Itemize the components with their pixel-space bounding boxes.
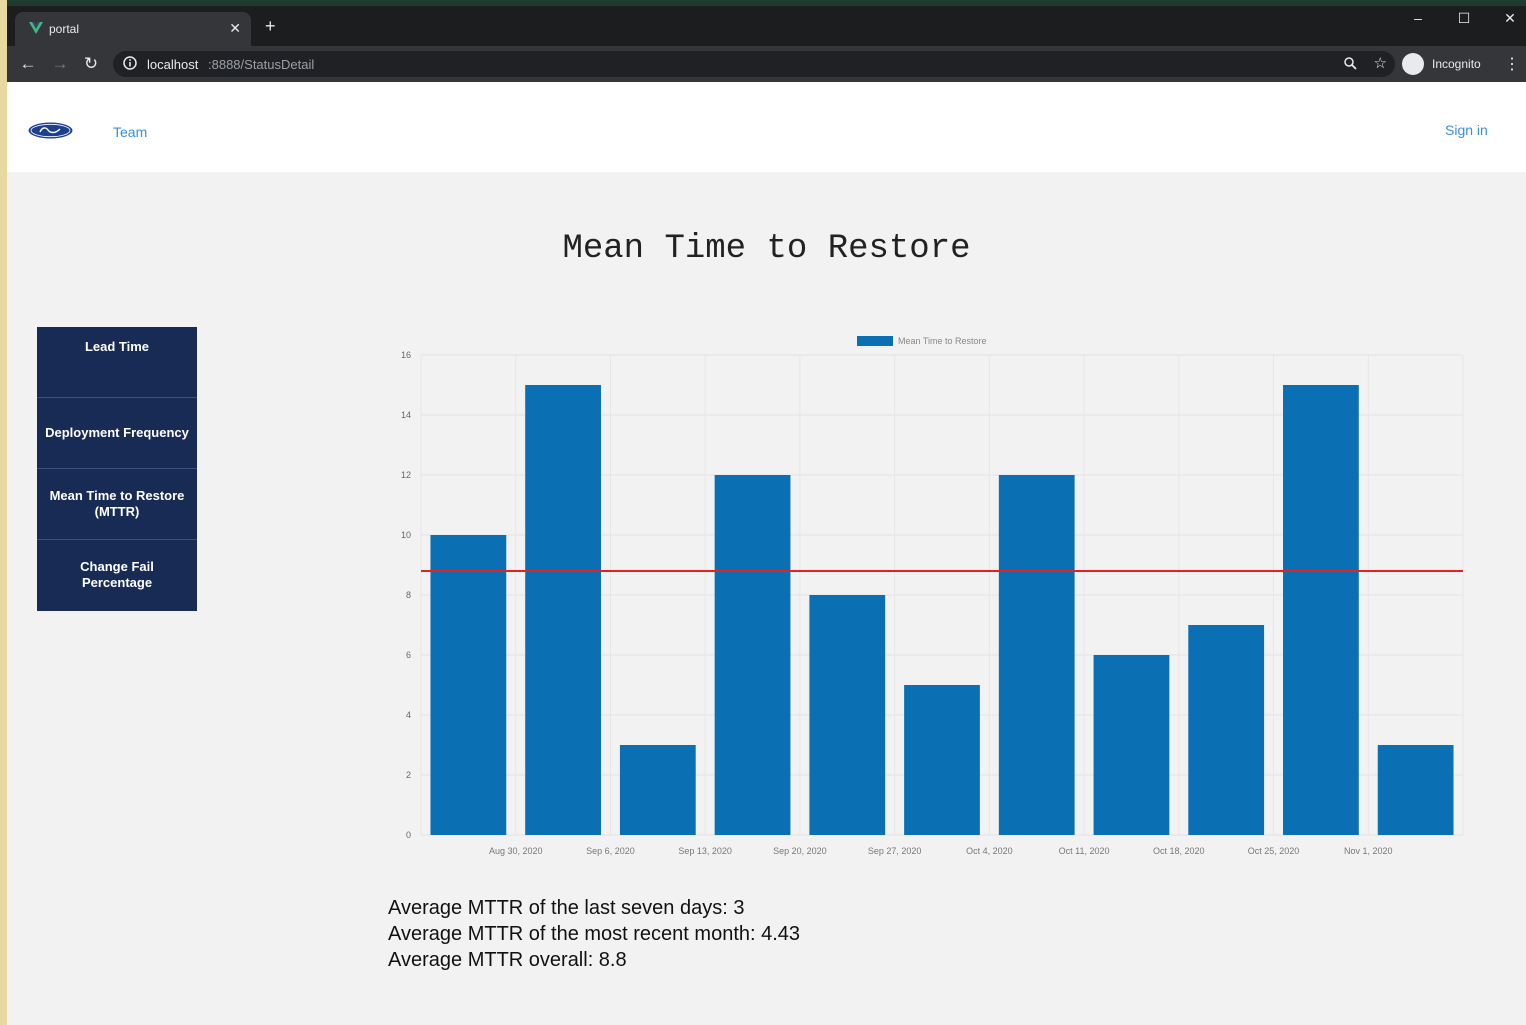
- bar: [904, 685, 980, 835]
- bar: [714, 475, 791, 835]
- y-tick-label: 10: [401, 530, 411, 540]
- sidenav-item-mttr[interactable]: Mean Time to Restore (MTTR): [37, 469, 197, 539]
- y-tick-label: 0: [406, 830, 411, 840]
- bar: [1283, 385, 1359, 835]
- stat-recent-month: Average MTTR of the most recent month: 4…: [388, 923, 801, 945]
- bar: [998, 475, 1075, 835]
- window-close-icon[interactable]: ✕: [1495, 10, 1525, 27]
- x-tick-label: Aug 30, 2020: [489, 846, 543, 856]
- bar: [525, 385, 601, 835]
- y-tick-label: 8: [406, 590, 411, 600]
- browser-menu-icon[interactable]: ⋮: [1504, 54, 1520, 74]
- sidenav-item-label: Mean Time to Restore (MTTR): [49, 488, 185, 519]
- bar: [1188, 625, 1265, 835]
- stat-overall: Average MTTR overall: 8.8: [388, 949, 627, 971]
- maximize-icon[interactable]: ☐: [1449, 10, 1479, 27]
- incognito-label: Incognito: [1432, 57, 1481, 71]
- bar: [430, 535, 507, 835]
- url-path: :8888/StatusDetail: [208, 57, 315, 72]
- mttr-chart: 0 2 4 6 8 10 12 14 16 Aug 30, 2020 Sep 6, 2020 Sep …: [377, 328, 1487, 868]
- minimize-icon[interactable]: –: [1403, 10, 1433, 26]
- sidenav-item-label: Change Fail Percentage: [80, 559, 154, 590]
- metrics-sidenav: Lead Time Deployment Frequency Mean Time…: [37, 327, 197, 611]
- y-tick-label: 14: [401, 410, 411, 420]
- page-title: Mean Time to Restore: [562, 230, 971, 268]
- y-tick-label: 4: [406, 710, 411, 720]
- browser-tab[interactable]: portal ✕: [15, 12, 251, 46]
- url-host: localhost: [147, 57, 199, 72]
- x-tick-label: Nov 1, 2020: [1344, 846, 1393, 856]
- x-tick-label: Sep 13, 2020: [678, 846, 732, 856]
- sidenav-item-lead-time[interactable]: Lead Time: [37, 327, 197, 397]
- sidenav-item-label: Lead Time: [84, 339, 150, 354]
- x-tick-label: Sep 6, 2020: [586, 846, 635, 856]
- y-tick-label: 6: [406, 650, 411, 660]
- sidenav-item-label: Deployment Frequency: [45, 425, 189, 440]
- sidenav-item-deployment-frequency[interactable]: Deployment Frequency: [37, 398, 197, 468]
- bar: [619, 745, 696, 835]
- nav-link-team[interactable]: Team: [113, 124, 147, 140]
- bar: [1377, 745, 1454, 835]
- x-tick-label: Oct 25, 2020: [1248, 846, 1300, 856]
- browser-toolbar: ← → ↻ localhost :8888/StatusDetail ☆ Inc…: [7, 46, 1526, 82]
- stat-last-seven-days: Average MTTR of the last seven days: 3: [388, 897, 745, 919]
- x-tick-label: Oct 11, 2020: [1059, 846, 1110, 856]
- x-tick-label: Oct 18, 2020: [1153, 846, 1205, 856]
- tab-title: portal: [49, 22, 80, 36]
- x-tick-label: Sep 27, 2020: [868, 846, 922, 856]
- back-icon[interactable]: ←: [17, 54, 39, 74]
- bar: [809, 595, 886, 835]
- legend-swatch: [857, 336, 893, 346]
- x-tick-label: Sep 20, 2020: [773, 846, 827, 856]
- x-tick-label: Oct 4, 2020: [966, 846, 1013, 856]
- y-tick-label: 2: [406, 770, 411, 780]
- browser-window: portal ✕ + – ☐ ✕ ← → ↻ localhost :8888/S…: [7, 6, 1526, 1025]
- sign-in-link[interactable]: Sign in: [1445, 122, 1488, 138]
- sidenav-item-change-fail-percentage[interactable]: Change Fail Percentage: [37, 540, 197, 610]
- page-content: Team Sign in Mean Time to Restore Lead T…: [7, 82, 1526, 1025]
- address-bar[interactable]: localhost :8888/StatusDetail ☆: [113, 51, 1395, 77]
- bookmark-star-icon[interactable]: ☆: [1374, 54, 1387, 72]
- bar: [1093, 655, 1170, 835]
- vue-logo-icon: [29, 22, 43, 34]
- mttr-bar-chart: 0 2 4 6 8 10 12 14 16 Aug 30, 2020 Sep 6, 2020 Sep …: [401, 336, 1464, 856]
- window-frame-left: [0, 0, 7, 1025]
- reload-icon[interactable]: ↻: [80, 54, 102, 74]
- new-tab-icon[interactable]: +: [265, 16, 276, 37]
- mttr-stats: Average MTTR of the last seven days: 3 A…: [388, 895, 800, 973]
- forward-icon[interactable]: →: [49, 54, 71, 74]
- y-tick-label: 16: [401, 350, 411, 360]
- top-navbar: Team Sign in: [7, 82, 1526, 172]
- tab-strip: portal ✕ + – ☐ ✕: [7, 6, 1526, 46]
- tab-close-icon[interactable]: ✕: [229, 20, 241, 37]
- incognito-icon: [1402, 53, 1424, 75]
- y-tick-label: 12: [401, 470, 411, 480]
- legend-label: Mean Time to Restore: [898, 336, 987, 346]
- zoom-icon[interactable]: [1343, 56, 1357, 70]
- info-icon[interactable]: [123, 56, 137, 70]
- ford-logo[interactable]: [28, 122, 73, 139]
